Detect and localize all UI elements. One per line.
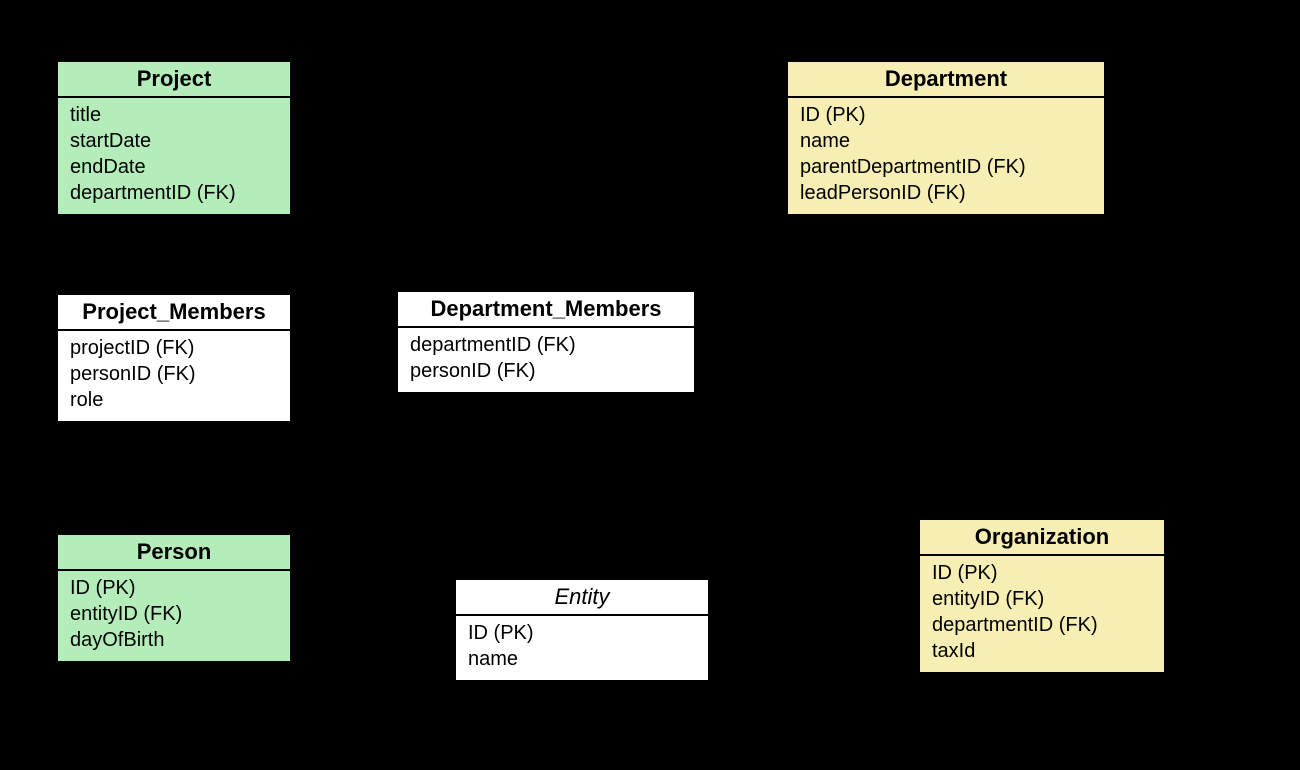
entity-attr: personID (FK)	[410, 358, 682, 384]
entity-organization: Organization ID (PK) entityID (FK) depar…	[918, 518, 1166, 674]
entity-attr: ID (PK)	[800, 102, 1092, 128]
entity-attr: name	[800, 128, 1092, 154]
entity-attrs: projectID (FK) personID (FK) role	[58, 331, 290, 421]
entity-attr: entityID (FK)	[932, 586, 1152, 612]
entity-attr: role	[70, 387, 278, 413]
entity-department: Department ID (PK) name parentDepartment…	[786, 60, 1106, 216]
entity-attr: endDate	[70, 154, 278, 180]
entity-attrs: ID (PK) entityID (FK) departmentID (FK) …	[920, 556, 1164, 672]
entity-attr: entityID (FK)	[70, 601, 278, 627]
entity-attr: parentDepartmentID (FK)	[800, 154, 1092, 180]
entity-title: Organization	[920, 520, 1164, 556]
entity-entity: Entity ID (PK) name	[454, 578, 710, 682]
entity-attr: departmentID (FK)	[410, 332, 682, 358]
entity-attrs: departmentID (FK) personID (FK)	[398, 328, 694, 392]
entity-attr: departmentID (FK)	[70, 180, 278, 206]
entity-title: Entity	[456, 580, 708, 616]
entity-project-members: Project_Members projectID (FK) personID …	[56, 293, 292, 423]
entity-attr: ID (PK)	[70, 575, 278, 601]
entity-title: Department_Members	[398, 292, 694, 328]
entity-attrs: ID (PK) name	[456, 616, 708, 680]
entity-attrs: ID (PK) entityID (FK) dayOfBirth	[58, 571, 290, 661]
entity-title: Department	[788, 62, 1104, 98]
entity-person: Person ID (PK) entityID (FK) dayOfBirth	[56, 533, 292, 663]
entity-attr: title	[70, 102, 278, 128]
entity-attr: ID (PK)	[932, 560, 1152, 586]
entity-attr: taxId	[932, 638, 1152, 664]
entity-attr: personID (FK)	[70, 361, 278, 387]
entity-attr: departmentID (FK)	[932, 612, 1152, 638]
entity-attr: leadPersonID (FK)	[800, 180, 1092, 206]
entity-attr: ID (PK)	[468, 620, 696, 646]
entity-attr: projectID (FK)	[70, 335, 278, 361]
entity-attrs: title startDate endDate departmentID (FK…	[58, 98, 290, 214]
entity-attr: name	[468, 646, 696, 672]
entity-attr: startDate	[70, 128, 278, 154]
entity-project: Project title startDate endDate departme…	[56, 60, 292, 216]
entity-title: Project	[58, 62, 290, 98]
entity-department-members: Department_Members departmentID (FK) per…	[396, 290, 696, 394]
entity-title: Person	[58, 535, 290, 571]
entity-attrs: ID (PK) name parentDepartmentID (FK) lea…	[788, 98, 1104, 214]
entity-attr: dayOfBirth	[70, 627, 278, 653]
entity-title: Project_Members	[58, 295, 290, 331]
